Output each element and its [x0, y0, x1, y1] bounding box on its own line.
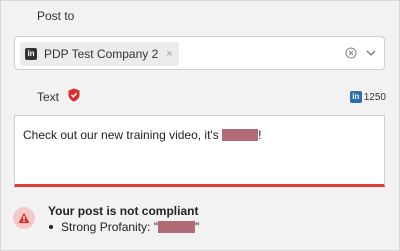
shield-check-icon [68, 88, 80, 102]
post-text-input[interactable]: Check out our new training video, it's ! [14, 115, 385, 187]
post-text-after: ! [258, 128, 262, 142]
linkedin-icon: in [25, 48, 37, 60]
issue-prefix: Strong Profanity: " [61, 220, 158, 234]
character-counter: in 1250 [349, 91, 386, 103]
redacted-word [222, 129, 259, 141]
remaining-count: 1250 [363, 91, 386, 103]
redacted-issue-word [157, 221, 195, 233]
post-composer: Post to in PDP Test Company 2 × Text in … [0, 0, 400, 251]
compliance-warning [13, 207, 35, 229]
post-to-label: Post to [37, 9, 75, 23]
compliance-title: Your post is not compliant [48, 204, 199, 218]
clear-circle-icon[interactable] [345, 47, 357, 59]
post-text-before: Check out our new training video, it's [23, 128, 223, 142]
bullet [49, 225, 53, 229]
account-select[interactable]: in PDP Test Company 2 × [14, 36, 385, 70]
linkedin-icon: in [349, 91, 362, 103]
post-text-value: Check out our new training video, it's ! [23, 128, 261, 142]
text-label: Text [37, 90, 60, 104]
selected-account-label: PDP Test Company 2 [44, 47, 159, 61]
selected-account-chip[interactable]: in PDP Test Company 2 × [20, 42, 179, 66]
remove-chip-icon[interactable]: × [166, 48, 172, 60]
warning-triangle-icon [18, 212, 30, 223]
chevron-down-icon[interactable] [365, 47, 377, 59]
compliance-issue: Strong Profanity: " " [48, 220, 199, 234]
issue-suffix: " [194, 220, 200, 234]
